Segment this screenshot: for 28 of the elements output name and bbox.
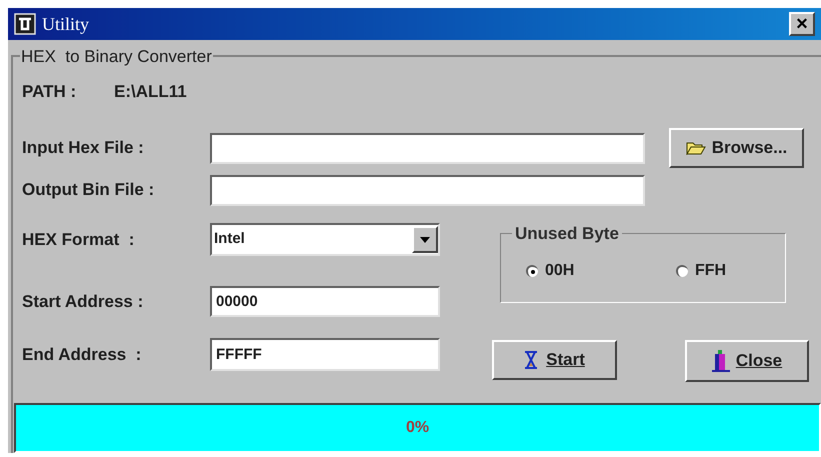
start-button[interactable]: Start	[492, 340, 617, 380]
radio-button[interactable]	[676, 265, 688, 277]
radio-button[interactable]	[526, 265, 538, 277]
field-label: End Address :	[22, 344, 142, 366]
close-button[interactable]: ×	[789, 12, 815, 36]
browse-button[interactable]: Browse...	[669, 128, 804, 168]
field-label: Input Hex File :	[22, 137, 145, 160]
text-field[interactable]: 00000	[210, 286, 440, 317]
field-label: HEX Format :	[22, 228, 136, 251]
door-exit-icon	[712, 350, 730, 372]
field-label: Output Bin File :	[22, 179, 156, 202]
dropdown-arrow-button[interactable]	[412, 226, 438, 253]
dropdown-value: Intel	[214, 229, 246, 250]
app-icon	[14, 13, 36, 35]
text-field[interactable]	[210, 174, 645, 206]
format-dropdown[interactable]: Intel	[210, 223, 440, 256]
text-field[interactable]: FFFFF	[210, 338, 440, 371]
window-title: Utility	[42, 12, 90, 36]
hourglass-icon	[524, 351, 538, 369]
close-dialog-button[interactable]: Close	[685, 340, 809, 382]
folder-icon	[686, 141, 706, 155]
radio-option[interactable]: FFH	[676, 259, 756, 283]
path-value: E:\ALL11	[114, 81, 187, 104]
path-label: PATH :	[22, 81, 78, 104]
caret-icon	[420, 236, 430, 242]
text-field[interactable]	[210, 132, 645, 164]
radio-option[interactable]: 00H	[526, 259, 606, 283]
field-label: Start Address :	[22, 290, 144, 313]
